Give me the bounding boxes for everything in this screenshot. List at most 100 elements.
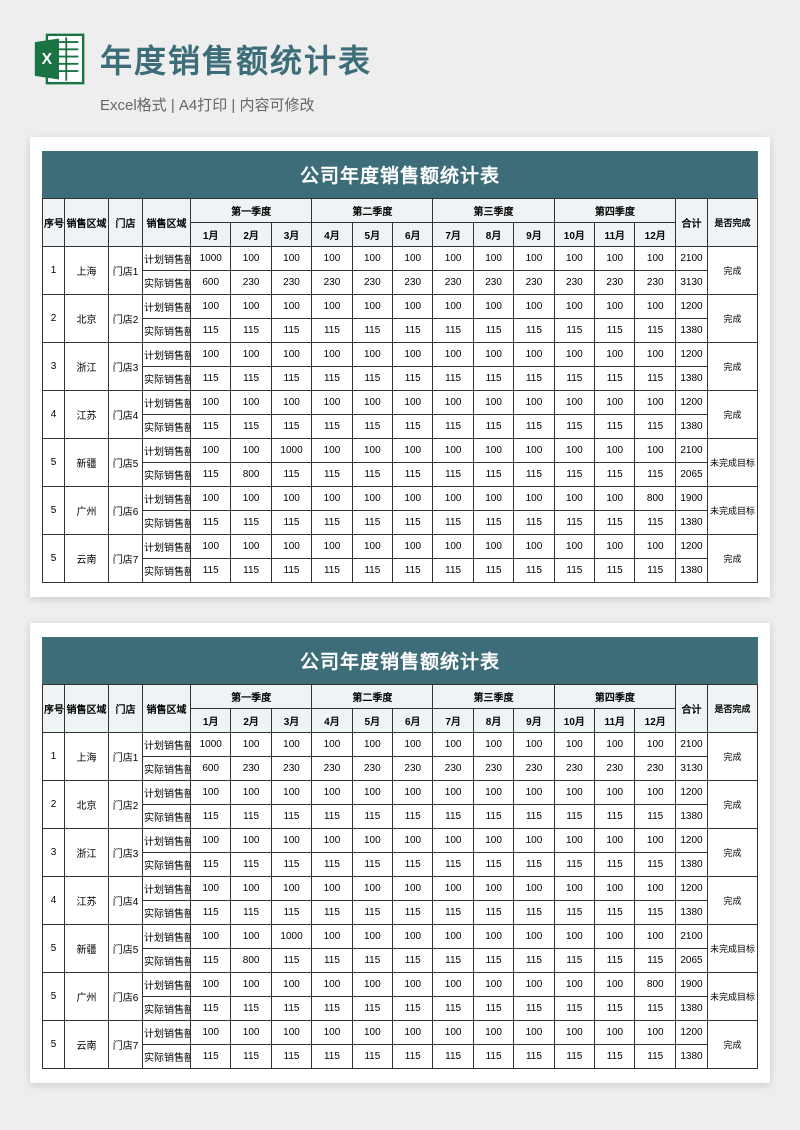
cell-value: 100 [554,487,594,511]
cell-value: 100 [271,733,311,757]
cell-value: 230 [635,271,676,295]
cell-value: 115 [231,997,271,1021]
col-quarter: 第二季度 [312,199,433,223]
cell-value: 115 [473,997,513,1021]
cell-value: 115 [271,319,311,343]
cell-rowtype: 计划销售额 [143,973,191,997]
cell-done: 完成 [708,733,758,781]
cell-value: 115 [312,319,352,343]
sales-table: 序号销售区域门店销售区域第一季度第二季度第三季度第四季度合计是否完成1月2月3月… [42,684,758,1069]
cell-value: 115 [433,901,473,925]
cell-value: 230 [393,271,433,295]
cell-value: 115 [352,949,392,973]
cell-value: 115 [514,463,554,487]
page-header: X 年度销售额统计表 [30,30,770,88]
cell-value: 100 [191,343,231,367]
col-month: 2月 [231,223,271,247]
cell-value: 115 [312,901,352,925]
col-month: 1月 [191,709,231,733]
cell-value: 100 [312,487,352,511]
cell-value: 100 [191,877,231,901]
cell-value: 600 [191,757,231,781]
cell-value: 100 [433,1021,473,1045]
cell-value: 115 [231,415,271,439]
cell-value: 230 [473,757,513,781]
cell-total: 1200 [676,877,708,901]
cell-value: 115 [554,997,594,1021]
cell-value: 100 [635,439,676,463]
cell-value: 115 [271,997,311,1021]
cell-value: 100 [595,973,635,997]
cell-total: 3130 [676,271,708,295]
cell-rowtype: 计划销售额 [143,295,191,319]
cell-value: 100 [433,781,473,805]
table-row: 1上海门店1计划销售额10001001001001001001001001001… [43,733,758,757]
table-row: 实际销售额11580011511511511511511511511511511… [43,463,758,487]
cell-value: 115 [473,805,513,829]
cell-value: 100 [352,487,392,511]
cell-value: 100 [595,439,635,463]
cell-value: 100 [554,1021,594,1045]
cell-value: 115 [271,805,311,829]
table-row: 实际销售额11511511511511511511511511511511511… [43,511,758,535]
col-month: 9月 [514,709,554,733]
cell-value: 100 [635,925,676,949]
cell-value: 100 [514,925,554,949]
cell-value: 115 [312,805,352,829]
cell-value: 115 [635,853,676,877]
cell-total: 1380 [676,511,708,535]
cell-value: 1000 [271,925,311,949]
cell-rowtype: 计划销售额 [143,1021,191,1045]
cell-region: 江苏 [65,877,109,925]
cell-value: 115 [393,415,433,439]
sheet-title: 公司年度销售额统计表 [42,151,758,198]
cell-value: 230 [352,271,392,295]
cell-done: 完成 [708,343,758,391]
cell-index: 2 [43,781,65,829]
cell-value: 115 [231,367,271,391]
cell-value: 100 [554,247,594,271]
cell-store: 门店7 [109,1021,143,1069]
cell-value: 100 [433,925,473,949]
cell-value: 100 [231,733,271,757]
sheet: 公司年度销售额统计表序号销售区域门店销售区域第一季度第二季度第三季度第四季度合计… [30,623,770,1083]
cell-value: 100 [514,781,554,805]
table-row: 实际销售额11511511511511511511511511511511511… [43,559,758,583]
col-month: 2月 [231,709,271,733]
cell-value: 115 [473,463,513,487]
cell-value: 100 [191,925,231,949]
cell-index: 1 [43,733,65,781]
cell-value: 100 [433,343,473,367]
cell-done: 完成 [708,247,758,295]
cell-value: 115 [635,511,676,535]
cell-value: 100 [554,391,594,415]
cell-value: 115 [473,367,513,391]
cell-value: 115 [473,949,513,973]
table-row: 实际销售额11511511511511511511511511511511511… [43,853,758,877]
cell-value: 100 [595,487,635,511]
cell-value: 115 [433,319,473,343]
cell-rowtype: 实际销售额 [143,1045,191,1069]
cell-value: 115 [352,463,392,487]
cell-done: 完成 [708,1021,758,1069]
cell-value: 100 [433,439,473,463]
cell-value: 100 [312,439,352,463]
cell-value: 115 [191,415,231,439]
cell-value: 100 [514,295,554,319]
cell-rowtype: 实际销售额 [143,367,191,391]
cell-value: 115 [635,901,676,925]
cell-value: 100 [231,439,271,463]
cell-value: 100 [554,781,594,805]
cell-value: 115 [393,319,433,343]
cell-index: 5 [43,439,65,487]
cell-value: 115 [595,949,635,973]
cell-value: 100 [393,295,433,319]
cell-total: 2100 [676,733,708,757]
cell-value: 100 [231,391,271,415]
col-month: 10月 [554,709,594,733]
cell-value: 100 [514,1021,554,1045]
cell-total: 2065 [676,463,708,487]
cell-value: 230 [231,271,271,295]
cell-rowtype: 计划销售额 [143,487,191,511]
cell-index: 5 [43,487,65,535]
